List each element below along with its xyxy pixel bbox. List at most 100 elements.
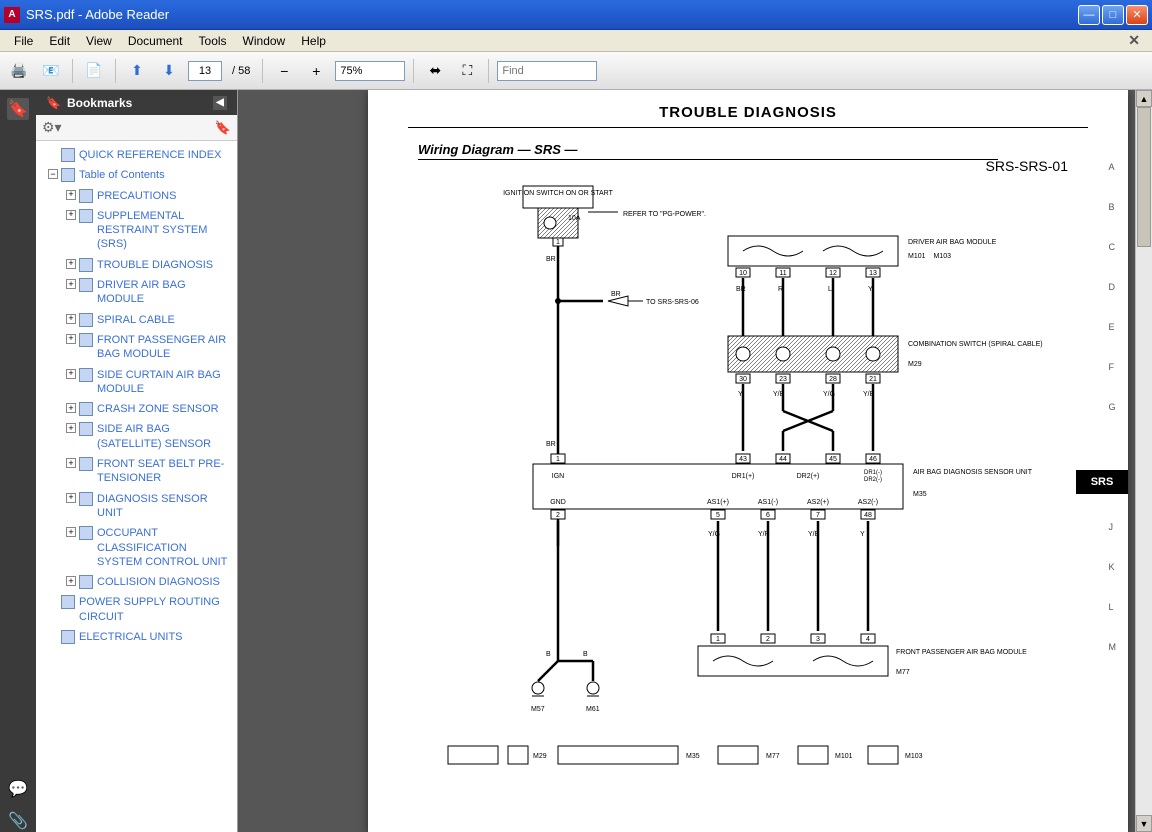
minimize-button[interactable]: —	[1078, 5, 1100, 25]
bookmark-item[interactable]: +COLLISION DIAGNOSIS	[42, 572, 235, 592]
side-strip: 🔖 💬 📎	[0, 90, 36, 832]
bookmark-item[interactable]: +FRONT PASSENGER AIR BAG MODULE	[42, 330, 235, 365]
menu-edit[interactable]: Edit	[41, 32, 78, 50]
svg-text:M29: M29	[533, 753, 547, 760]
bookmarks-tree[interactable]: QUICK REFERENCE INDEX−Table of Contents+…	[36, 141, 237, 832]
bookmark-expand-icon[interactable]: +	[66, 279, 76, 289]
bookmark-item[interactable]: +SUPPLEMENTAL RESTRAINT SYSTEM (SRS)	[42, 206, 235, 255]
bookmark-item[interactable]: +TROUBLE DIAGNOSIS	[42, 255, 235, 275]
scroll-up-button[interactable]: ▲	[1136, 90, 1152, 107]
bookmark-expand-icon[interactable]: +	[66, 334, 76, 344]
svg-text:1: 1	[716, 636, 720, 643]
bookmark-page-icon	[61, 630, 75, 644]
bookmarks-new-icon[interactable]: 🔖	[215, 120, 231, 136]
zoom-in-button[interactable]: +	[303, 58, 329, 84]
bookmark-expand-icon[interactable]: −	[48, 169, 58, 179]
bookmark-item[interactable]: +DIAGNOSIS SENSOR UNIT	[42, 489, 235, 524]
email-button[interactable]: 📧	[38, 58, 64, 84]
scroll-thumb[interactable]	[1137, 107, 1151, 247]
bookmarks-icon[interactable]: 🔖	[7, 98, 29, 120]
svg-text:B: B	[546, 651, 551, 658]
doc-header: TROUBLE DIAGNOSIS	[408, 104, 1088, 128]
bookmark-label: SIDE AIR BAG (SATELLITE) SENSOR	[97, 422, 233, 451]
bookmarks-header: 🔖 Bookmarks ◀	[36, 90, 237, 115]
svg-text:21: 21	[869, 376, 877, 383]
svg-text:DR1(+): DR1(+)	[732, 473, 755, 480]
bookmark-label: ELECTRICAL UNITS	[79, 630, 183, 644]
bookmark-item[interactable]: POWER SUPPLY ROUTING CIRCUIT	[42, 592, 235, 627]
bookmark-item[interactable]: +DRIVER AIR BAG MODULE	[42, 275, 235, 310]
page-number-input[interactable]	[188, 61, 222, 81]
svg-text:Y/B: Y/B	[773, 391, 785, 398]
bookmark-item[interactable]: QUICK REFERENCE INDEX	[42, 145, 235, 165]
svg-text:FRONT PASSENGER AIR BAG MODULE: FRONT PASSENGER AIR BAG MODULE	[896, 649, 1027, 656]
svg-text:M101 M103: M101 M103	[908, 253, 951, 260]
bookmark-item[interactable]: +SPIRAL CABLE	[42, 310, 235, 330]
svg-text:BR: BR	[736, 286, 746, 293]
menu-help[interactable]: Help	[293, 32, 334, 50]
prev-page-button[interactable]: ⬆	[124, 58, 150, 84]
svg-text:Y/B: Y/B	[863, 391, 875, 398]
bookmark-expand-icon[interactable]: +	[66, 210, 76, 220]
vertical-scrollbar[interactable]: ▲ ▼	[1135, 90, 1152, 832]
bookmark-expand-icon[interactable]: +	[66, 458, 76, 468]
svg-text:23: 23	[779, 376, 787, 383]
doc-code: SRS-SRS-01	[986, 158, 1068, 174]
svg-text:Y: Y	[738, 391, 743, 398]
menubar: File Edit View Document Tools Window Hel…	[0, 30, 1152, 52]
svg-text:REFER TO "PG-POWER".: REFER TO "PG-POWER".	[623, 211, 706, 218]
next-page-button[interactable]: ⬇	[156, 58, 182, 84]
bookmark-expand-icon	[48, 149, 58, 159]
print-button[interactable]: 🖨️	[6, 58, 32, 84]
svg-text:M101: M101	[835, 753, 853, 760]
bookmark-expand-icon[interactable]: +	[66, 403, 76, 413]
comments-icon[interactable]: 💬	[7, 778, 29, 800]
bookmark-page-icon	[79, 402, 93, 416]
document-view[interactable]: TROUBLE DIAGNOSIS Wiring Diagram — SRS —…	[238, 90, 1152, 832]
attachments-icon[interactable]: 📎	[7, 810, 29, 832]
bookmark-expand-icon[interactable]: +	[66, 259, 76, 269]
menu-tools[interactable]: Tools	[191, 32, 235, 50]
bookmark-page-icon	[79, 492, 93, 506]
bookmark-item[interactable]: +SIDE CURTAIN AIR BAG MODULE	[42, 365, 235, 400]
menu-document[interactable]: Document	[120, 32, 191, 50]
bookmark-expand-icon[interactable]: +	[66, 314, 76, 324]
svg-text:Y: Y	[860, 531, 865, 538]
menu-file[interactable]: File	[6, 32, 41, 50]
bookmark-expand-icon[interactable]: +	[66, 369, 76, 379]
bookmark-expand-icon[interactable]: +	[66, 576, 76, 586]
find-input[interactable]	[497, 61, 597, 81]
bookmark-item[interactable]: +OCCUPANT CLASSIFICATION SYSTEM CONTROL …	[42, 523, 235, 572]
zoom-select[interactable]	[335, 61, 405, 81]
bookmarks-collapse-button[interactable]: ◀	[213, 96, 227, 110]
svg-text:M35: M35	[686, 753, 700, 760]
svg-text:11: 11	[779, 270, 786, 277]
page-thumbs-button[interactable]: 📄	[81, 58, 107, 84]
svg-text:AS1(-): AS1(-)	[758, 499, 778, 506]
bookmark-expand-icon[interactable]: +	[66, 493, 76, 503]
bookmark-item[interactable]: ELECTRICAL UNITS	[42, 627, 235, 647]
svg-text:M57: M57	[531, 706, 545, 713]
scroll-down-button[interactable]: ▼	[1136, 815, 1152, 832]
bookmark-item[interactable]: +PRECAUTIONS	[42, 186, 235, 206]
bookmarks-options-icon[interactable]: ⚙▾	[42, 119, 62, 136]
bookmark-item[interactable]: + SIDE AIR BAG (SATELLITE) SENSOR	[42, 419, 235, 454]
bookmark-item[interactable]: +FRONT SEAT BELT PRE-TENSIONER	[42, 454, 235, 489]
bookmark-expand-icon[interactable]: +	[66, 423, 76, 433]
maximize-button[interactable]: □	[1102, 5, 1124, 25]
svg-text:30: 30	[739, 376, 747, 383]
menu-view[interactable]: View	[78, 32, 120, 50]
bookmark-item[interactable]: +CRASH ZONE SENSOR	[42, 399, 235, 419]
zoom-out-button[interactable]: −	[271, 58, 297, 84]
menu-window[interactable]: Window	[235, 32, 294, 50]
close-button[interactable]: ✕	[1126, 5, 1148, 25]
fit-width-button[interactable]: ⬌	[422, 58, 448, 84]
bookmark-expand-icon[interactable]: +	[66, 527, 76, 537]
svg-text:48: 48	[864, 512, 872, 519]
fit-page-button[interactable]: ⛶	[454, 58, 480, 84]
bookmark-expand-icon[interactable]: +	[66, 190, 76, 200]
svg-text:DRIVER AIR BAG MODULE: DRIVER AIR BAG MODULE	[908, 239, 997, 246]
bookmark-item[interactable]: −Table of Contents	[42, 165, 235, 185]
menubar-close-icon[interactable]: ✕	[1122, 32, 1146, 49]
bookmarks-panel: 🔖 Bookmarks ◀ ⚙▾ 🔖 QUICK REFERENCE INDEX…	[36, 90, 238, 832]
